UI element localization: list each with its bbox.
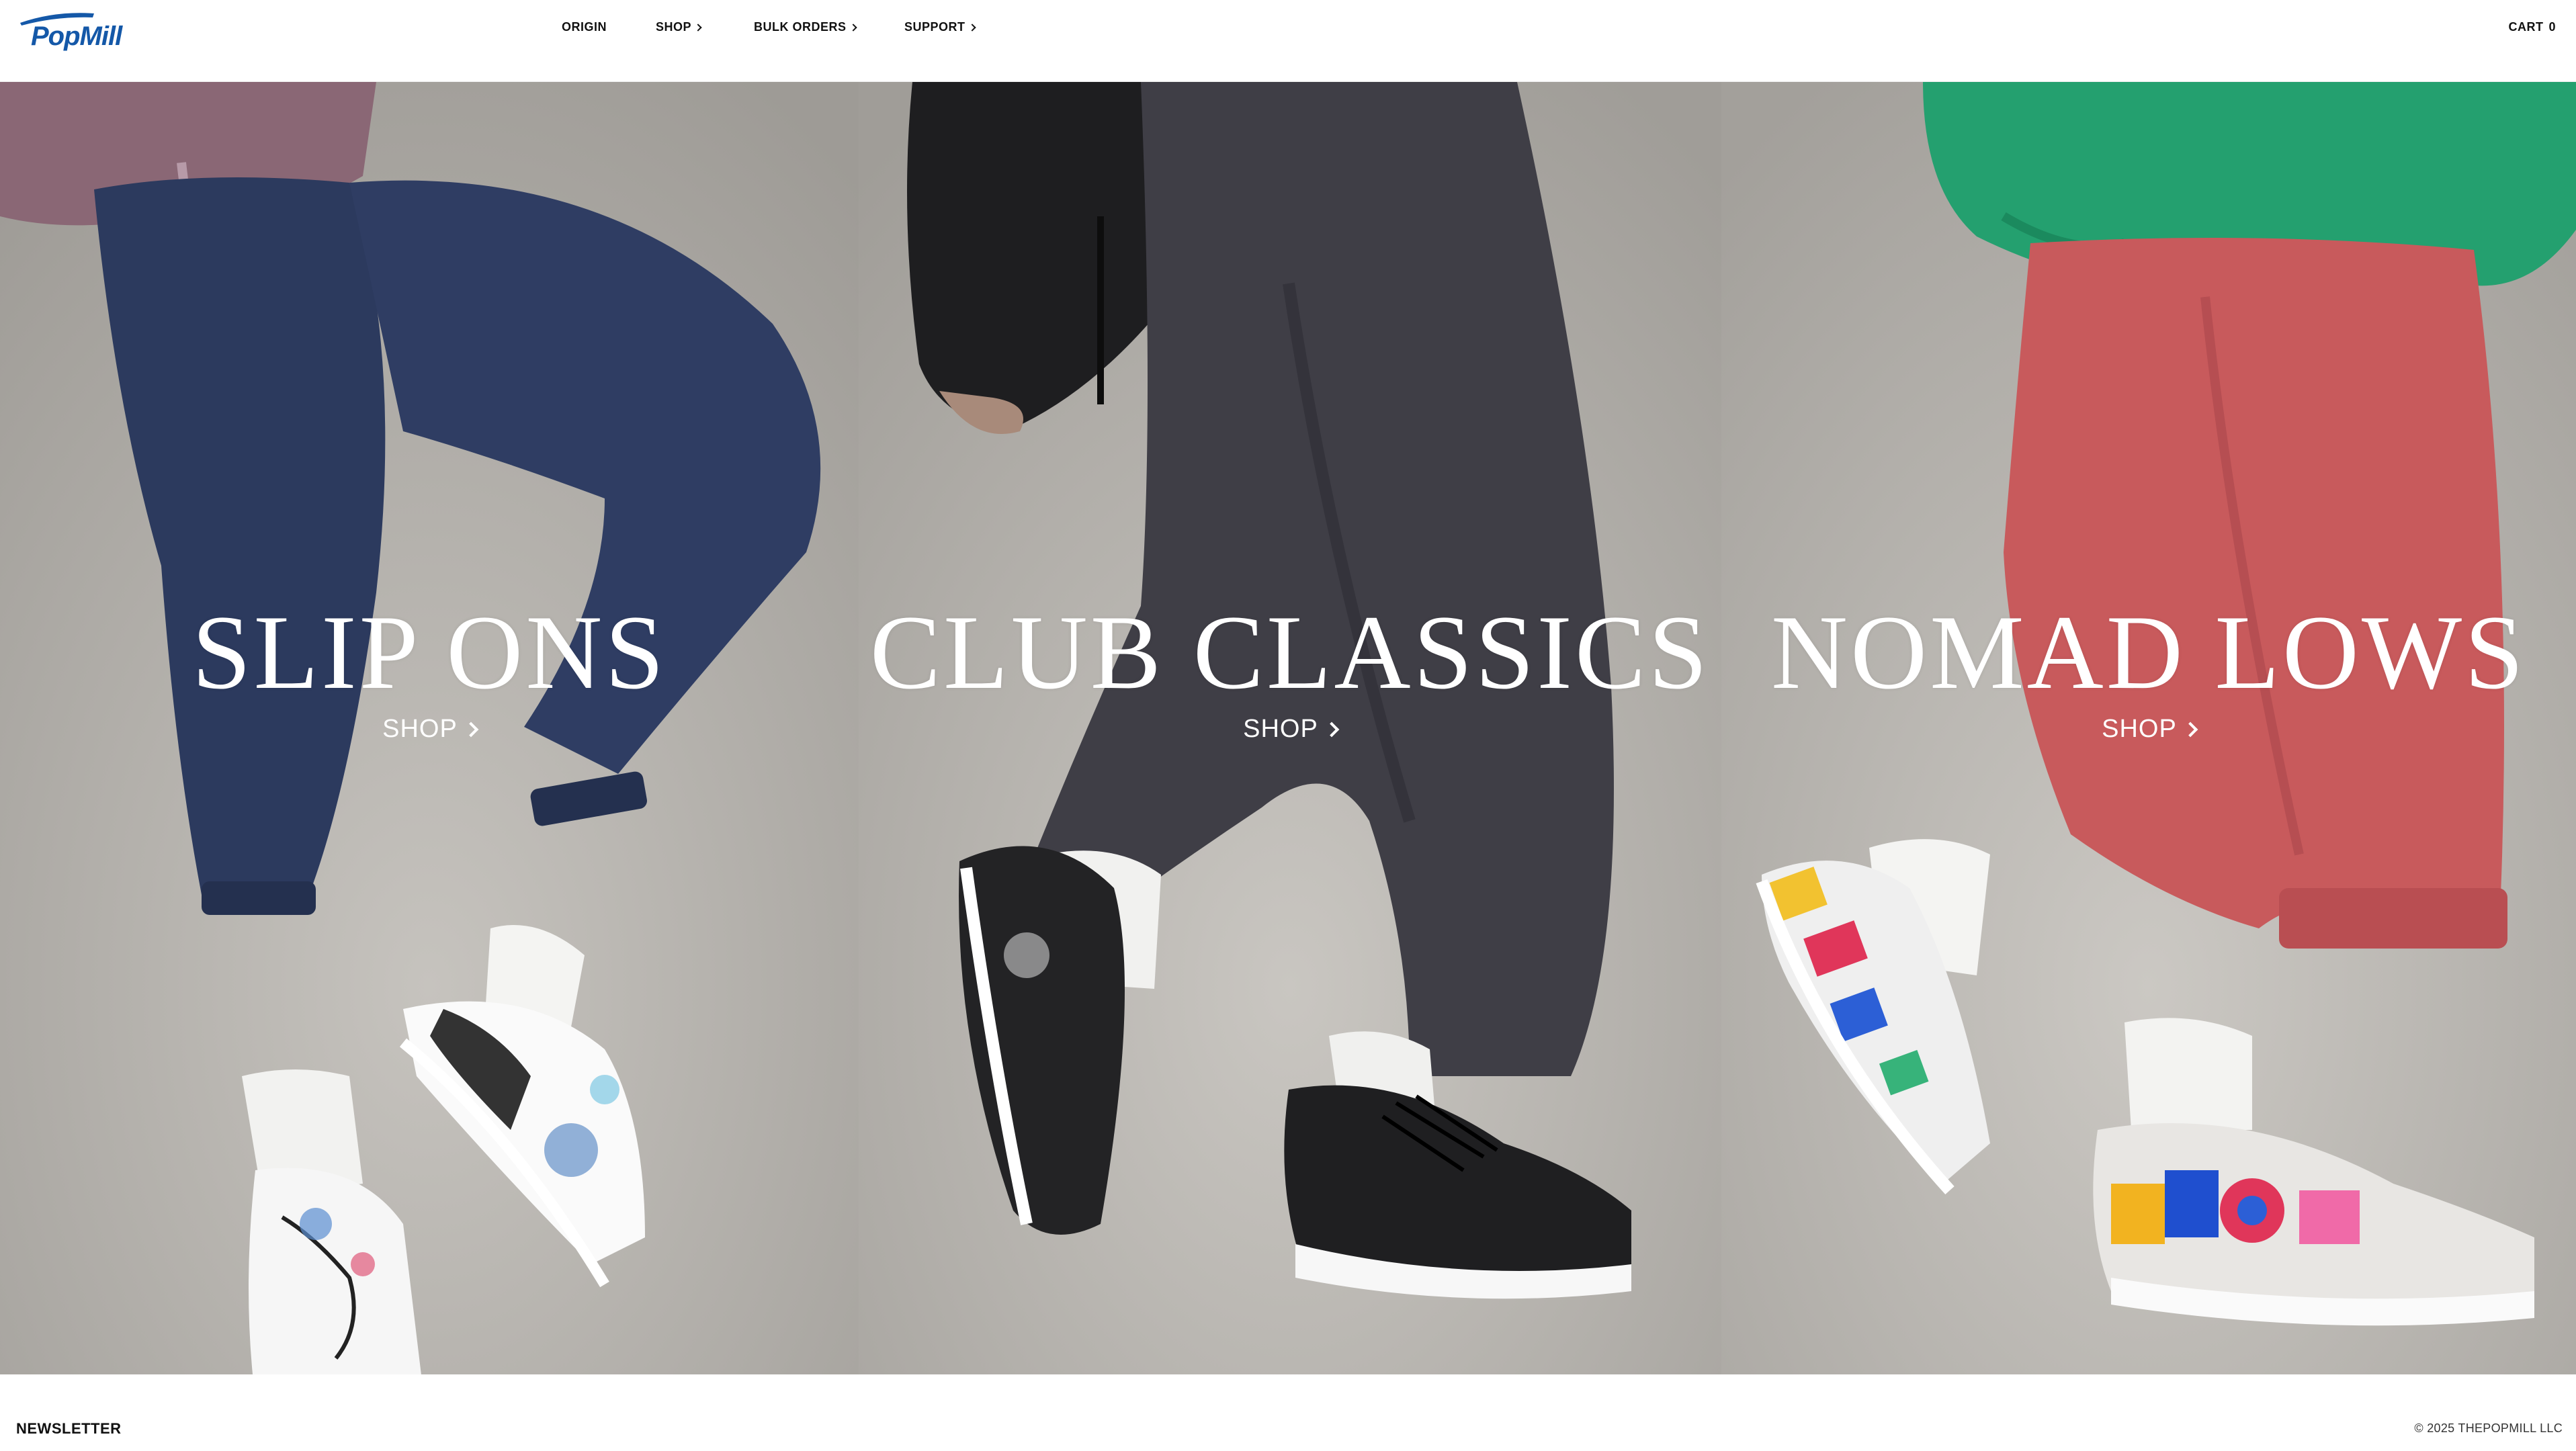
newsletter-link[interactable]: NEWSLETTER bbox=[16, 1420, 122, 1438]
chevron-right-icon bbox=[849, 23, 857, 32]
panel-title: CLUB CLASSICS bbox=[869, 594, 1711, 711]
site-footer: NEWSLETTER © 2025 THEPOPMILL LLC bbox=[0, 1374, 2576, 1451]
shop-club-classics-link[interactable]: SHOP bbox=[859, 715, 1721, 744]
panel-title: SLIP ONS bbox=[191, 594, 667, 711]
chevron-right-icon bbox=[968, 23, 976, 32]
logo-wordmark: PopMill bbox=[31, 21, 122, 51]
nav-support[interactable]: SUPPORT bbox=[904, 17, 976, 36]
popmill-logo[interactable]: PopMill bbox=[15, 8, 122, 50]
chevron-right-icon bbox=[694, 23, 702, 32]
nav-bulk-orders-label: BULK ORDERS bbox=[754, 19, 847, 34]
collection-panels: SLIP ONS SHOP CLUB CLASSICS SHOP NOMAD L… bbox=[0, 82, 2576, 1374]
panel-nomad-lows[interactable]: NOMAD LOWS SHOP bbox=[1721, 82, 2576, 1374]
chevron-right-icon bbox=[2182, 721, 2198, 737]
nav-origin[interactable]: ORIGIN bbox=[562, 17, 607, 36]
nav-shop-label: SHOP bbox=[656, 19, 692, 34]
nav-origin-label: ORIGIN bbox=[562, 19, 607, 34]
shop-label: SHOP bbox=[382, 715, 458, 743]
copyright-text: © 2025 THEPOPMILL LLC bbox=[2414, 1421, 2563, 1435]
shop-label: SHOP bbox=[2102, 715, 2177, 743]
shop-label: SHOP bbox=[1243, 715, 1318, 743]
site-header: PopMill ORIGIN SHOP BULK ORDERS SUPPORT … bbox=[0, 0, 2576, 82]
shop-slip-ons-link[interactable]: SHOP bbox=[0, 715, 859, 744]
cart-count: 0 bbox=[2548, 19, 2556, 34]
nav-shop[interactable]: SHOP bbox=[656, 17, 702, 36]
cart-label: CART bbox=[2508, 19, 2544, 34]
nav-support-label: SUPPORT bbox=[904, 19, 965, 34]
panel-club-classics[interactable]: CLUB CLASSICS SHOP bbox=[859, 82, 1721, 1374]
shop-nomad-lows-link[interactable]: SHOP bbox=[1721, 715, 2576, 744]
panel-title: NOMAD LOWS bbox=[1770, 594, 2526, 711]
chevron-right-icon bbox=[1324, 721, 1340, 737]
chevron-right-icon bbox=[463, 721, 479, 737]
panel-slip-ons[interactable]: SLIP ONS SHOP bbox=[0, 82, 859, 1374]
cart-button[interactable]: CART 0 bbox=[2508, 17, 2556, 36]
nav-bulk-orders[interactable]: BULK ORDERS bbox=[754, 17, 857, 36]
